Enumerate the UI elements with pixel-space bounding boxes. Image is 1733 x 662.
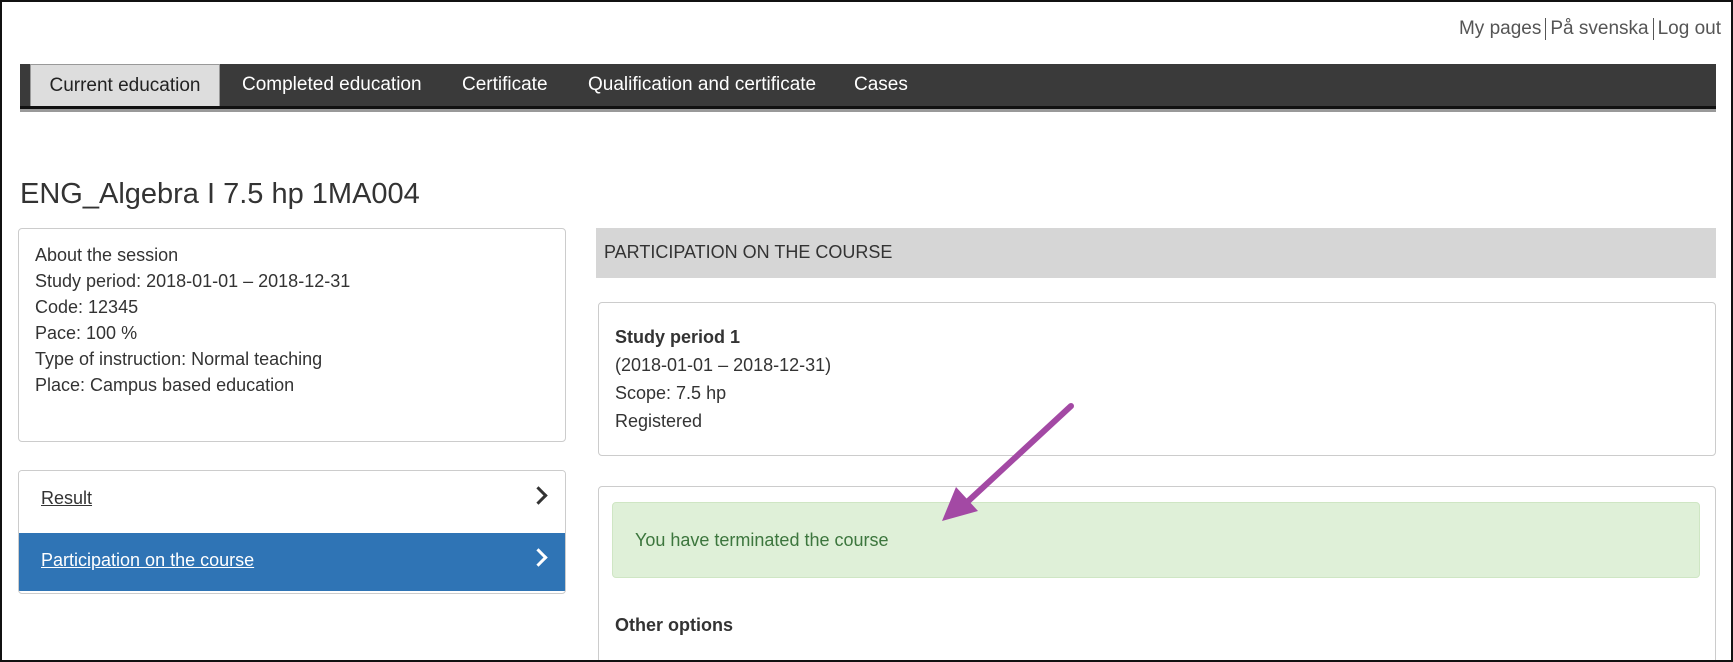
sidebar-item-label: Participation on the course [41,550,255,570]
session-study-period: Study period: 2018-01-01 – 2018-12-31 [35,271,351,291]
tab-cases[interactable]: Cases [854,64,908,106]
chevron-right-icon [529,548,548,567]
other-options-heading: Other options [615,615,733,635]
sidebar-item-result[interactable]: Result [19,471,565,529]
main-navbar: Current education Completed education Ce… [20,64,1716,109]
tab-completed-education[interactable]: Completed education [242,64,422,106]
language-link[interactable]: På svenska [1546,18,1652,39]
alert-message: You have terminated the course [635,530,889,550]
nav-underline [20,109,1716,112]
tab-current-education[interactable]: Current education [30,64,220,106]
tab-certificate[interactable]: Certificate [462,64,548,106]
sidebar-item-participation[interactable]: Participation on the course [19,533,565,591]
study-period-title: Study period 1 [615,327,741,347]
top-links: My pages På svenska Log out [1455,18,1725,40]
logout-link[interactable]: Log out [1654,18,1725,39]
tab-qualification-certificate[interactable]: Qualification and certificate [588,64,816,106]
participation-header: PARTICIPATION ON THE COURSE [596,228,1716,278]
sidebar-nav: Result Participation on the course [18,470,566,594]
session-panel: About the session Study period: 2018-01-… [18,228,566,442]
browser-frame: My pages På svenska Log out Current educat… [0,0,1733,662]
study-period-range: (2018-01-01 – 2018-12-31) [615,355,832,375]
sidebar-item-label: Result [41,488,93,508]
session-instruction: Type of instruction: Normal teaching [35,349,323,369]
termination-alert: You have terminated the course [612,502,1700,578]
session-pace: Pace: 100 % [35,323,138,343]
session-place: Place: Campus based education [35,375,295,395]
session-code: Code: 12345 [35,297,139,317]
my-pages-link[interactable]: My pages [1455,18,1545,39]
page-title: ENG_Algebra I 7.5 hp 1MA004 [20,178,420,210]
study-period-panel: Study period 1 (2018-01-01 – 2018-12-31)… [598,302,1716,456]
study-period-scope: Scope: 7.5 hp [615,383,727,403]
chevron-right-icon [529,486,548,505]
registration-status: Registered [615,411,703,431]
participation-heading: PARTICIPATION ON THE COURSE [604,242,893,262]
session-heading: About the session [35,245,179,265]
